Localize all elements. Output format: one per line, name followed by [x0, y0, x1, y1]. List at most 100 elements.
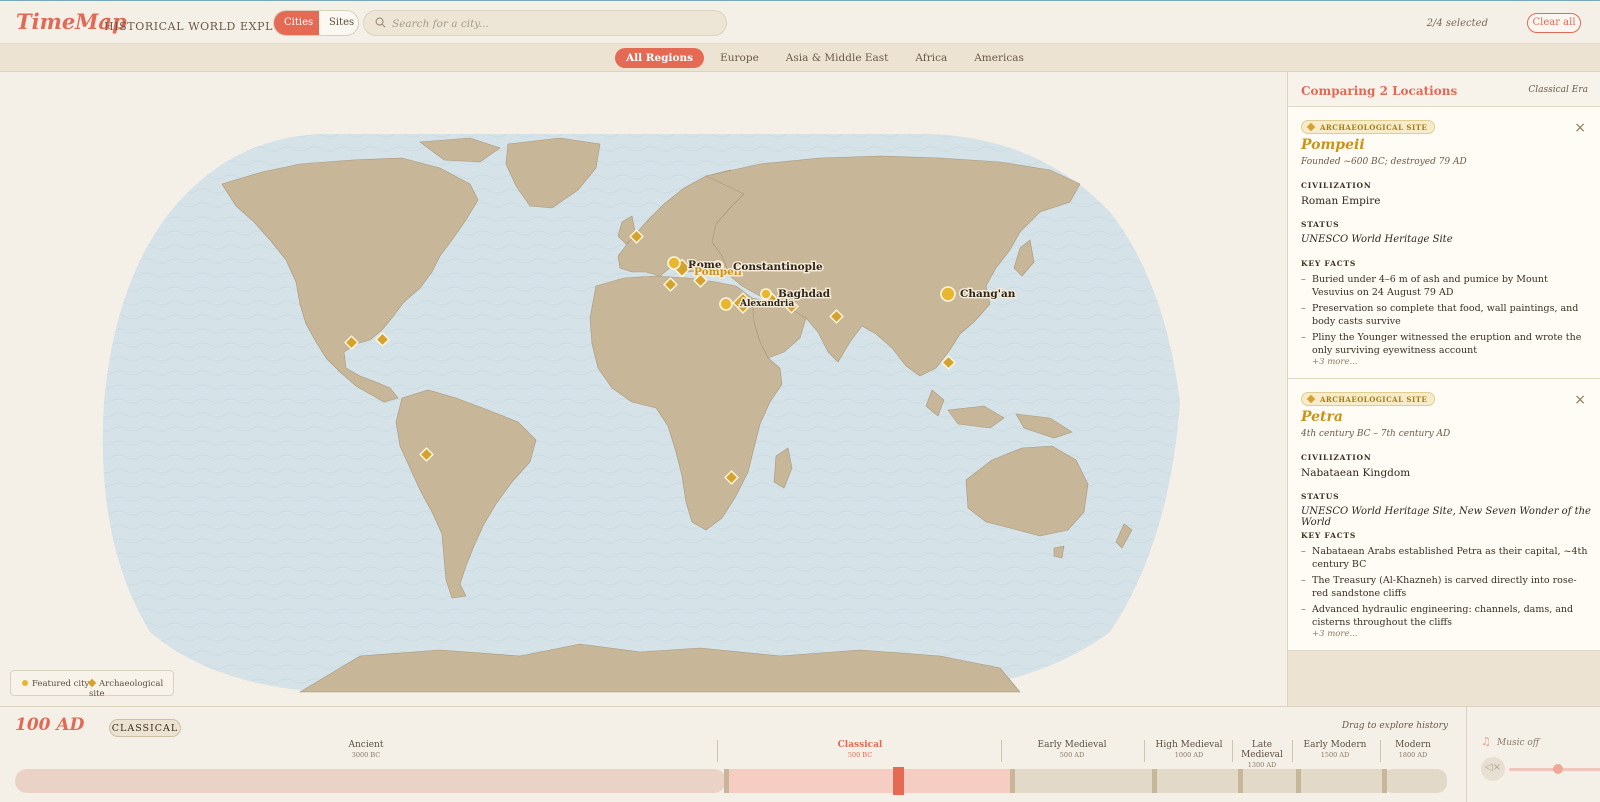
region-tabs: All Regions Europe Asia & Middle East Af… — [615, 48, 1040, 68]
comparison-panel: Comparing 2 Locations Classical Era ARCH… — [1287, 72, 1600, 706]
region-bar: All Regions Europe Asia & Middle East Af… — [0, 44, 1600, 72]
tab-africa[interactable]: Africa — [904, 48, 958, 68]
era-label-early-modern[interactable]: Early Modern 1500 AD — [1303, 740, 1367, 759]
location-card-petra: ARCHAEOLOGICAL SITE × Petra 4th century … — [1288, 379, 1600, 651]
era-label-ancient[interactable]: Ancient 3000 BC — [316, 740, 416, 759]
timeline-handle[interactable] — [893, 767, 904, 795]
baghdad-marker[interactable] — [760, 288, 772, 300]
clear-all-button[interactable]: Clear all — [1527, 13, 1581, 33]
location-card-pompeii: ARCHAEOLOGICAL SITE × Pompeii Founded ~6… — [1288, 107, 1600, 379]
selected-count: 2/4 selected — [1426, 18, 1488, 29]
era-divider — [717, 740, 718, 762]
era-band-early-modern[interactable] — [1297, 769, 1383, 793]
key-fact: Buried under 4–6 m of ash and pumice by … — [1301, 273, 1591, 299]
music-note-icon: ♫ — [1481, 735, 1491, 748]
cities-mode-button[interactable]: Cities — [274, 11, 319, 35]
search-icon — [375, 17, 386, 28]
key-fact: Pliny the Younger witnessed the eruption… — [1301, 331, 1591, 357]
city-label-constantinople: Constantinople — [733, 261, 823, 273]
era-divider — [1144, 740, 1145, 762]
era-band-early-medieval[interactable] — [1011, 769, 1153, 793]
legend-city: Featured city — [22, 679, 89, 689]
era-band-ancient[interactable] — [15, 769, 726, 793]
era-label-late-medieval[interactable]: Late Medieval 1300 AD — [1233, 740, 1291, 769]
key-fact: Preservation so complete that food, wall… — [1301, 302, 1591, 328]
era-divider — [1380, 740, 1381, 762]
current-year: 100 AD — [15, 715, 85, 735]
panel-header: Comparing 2 Locations Classical Era — [1288, 72, 1600, 107]
key-facts-label: KEY FACTS — [1301, 531, 1357, 540]
map-legend: Featured city Archaeological site — [10, 670, 174, 699]
city-label-baghdad: Baghdad — [778, 288, 831, 300]
tab-americas[interactable]: Americas — [963, 48, 1035, 68]
civilization-label: CIVILIZATION — [1301, 453, 1372, 462]
status-label: STATUS — [1301, 492, 1340, 501]
legend-site-label: Archaeological site — [89, 679, 164, 699]
tab-europe[interactable]: Europe — [709, 48, 770, 68]
world-map[interactable]: Rome Pompeii Constantinople Alexandria B… — [0, 72, 1287, 706]
civilization-value: Roman Empire — [1301, 195, 1381, 207]
era-band-modern[interactable] — [1383, 769, 1447, 793]
tab-asia-middle-east[interactable]: Asia & Middle East — [775, 48, 900, 68]
mute-toggle-button[interactable]: ◁× — [1481, 757, 1505, 781]
key-fact: The Treasury (Al-Khazneh) is carved dire… — [1301, 574, 1591, 600]
site-diamond-icon — [1306, 122, 1316, 132]
search-box — [363, 10, 727, 36]
city-dot-icon — [22, 680, 28, 686]
location-name: Petra — [1301, 409, 1343, 425]
city-label-changan: Chang'an — [960, 288, 1016, 300]
site-diamond-icon — [1306, 394, 1316, 404]
era-tick — [1152, 769, 1157, 793]
music-status: Music off — [1497, 738, 1540, 748]
city-label-alexandria: Alexandria — [739, 299, 794, 309]
legend-site: Archaeological site — [87, 678, 173, 699]
era-band-late-medieval[interactable] — [1239, 769, 1297, 793]
sites-mode-button[interactable]: Sites — [319, 11, 358, 35]
close-card-button[interactable]: × — [1574, 120, 1586, 136]
key-fact: Nabataean Arabs established Petra as the… — [1301, 545, 1591, 571]
tab-all-regions[interactable]: All Regions — [615, 48, 705, 68]
era-label-early-medieval[interactable]: Early Medieval 500 AD — [1022, 740, 1122, 759]
era-tick — [1238, 769, 1243, 793]
timeline-track[interactable] — [15, 767, 1447, 795]
key-fact: Advanced hydraulic engineering: channels… — [1301, 603, 1591, 629]
era-label-high-medieval[interactable]: High Medieval 1000 AD — [1149, 740, 1229, 759]
civilization-label: CIVILIZATION — [1301, 181, 1372, 190]
top-bar: TimeMap HISTORICAL WORLD EXPLORER Cities… — [0, 0, 1600, 44]
legend-city-label: Featured city — [32, 679, 90, 689]
alexandria-marker[interactable] — [719, 297, 733, 311]
key-facts-label: KEY FACTS — [1301, 259, 1357, 268]
era-label-classical[interactable]: Classical 500 BC — [810, 740, 910, 759]
location-name: Pompeii — [1301, 137, 1365, 153]
location-dates: Founded ~600 BC; destroyed 79 AD — [1301, 157, 1467, 167]
music-controls: ♫ Music off ◁× — [1466, 706, 1600, 802]
mode-toggle: Cities Sites — [273, 10, 359, 36]
volume-slider-knob[interactable] — [1553, 764, 1563, 774]
civilization-value: Nabataean Kingdom — [1301, 467, 1411, 479]
era-band-high-medieval[interactable] — [1153, 769, 1239, 793]
era-tick — [724, 769, 729, 793]
era-divider — [1292, 740, 1293, 762]
era-tick — [1296, 769, 1301, 793]
key-facts-list: Buried under 4–6 m of ash and pumice by … — [1301, 273, 1591, 360]
more-facts-link[interactable]: +3 more... — [1312, 629, 1358, 639]
more-facts-link[interactable]: +3 more... — [1312, 357, 1358, 367]
panel-era: Classical Era — [1528, 85, 1588, 95]
map-canvas[interactable]: Rome Pompeii Constantinople Alexandria B… — [0, 72, 1287, 706]
site-type-badge: ARCHAEOLOGICAL SITE — [1301, 120, 1436, 134]
era-tick — [1382, 769, 1387, 793]
era-band-classical[interactable] — [725, 769, 1011, 793]
era-label-modern[interactable]: Modern 1800 AD — [1390, 740, 1436, 759]
key-facts-list: Nabataean Arabs established Petra as the… — [1301, 545, 1591, 632]
drag-hint: Drag to explore history — [1341, 721, 1448, 731]
era-divider — [1001, 740, 1002, 762]
search-input[interactable] — [392, 15, 712, 33]
site-type-badge: ARCHAEOLOGICAL SITE — [1301, 392, 1436, 406]
status-value: UNESCO World Heritage Site, New Seven Wo… — [1301, 506, 1591, 528]
changan-marker[interactable] — [940, 286, 956, 302]
location-dates: 4th century BC – 7th century AD — [1301, 429, 1451, 439]
rome-marker[interactable] — [667, 256, 681, 270]
status-label: STATUS — [1301, 220, 1340, 229]
era-tick — [1010, 769, 1015, 793]
close-card-button[interactable]: × — [1574, 392, 1586, 408]
